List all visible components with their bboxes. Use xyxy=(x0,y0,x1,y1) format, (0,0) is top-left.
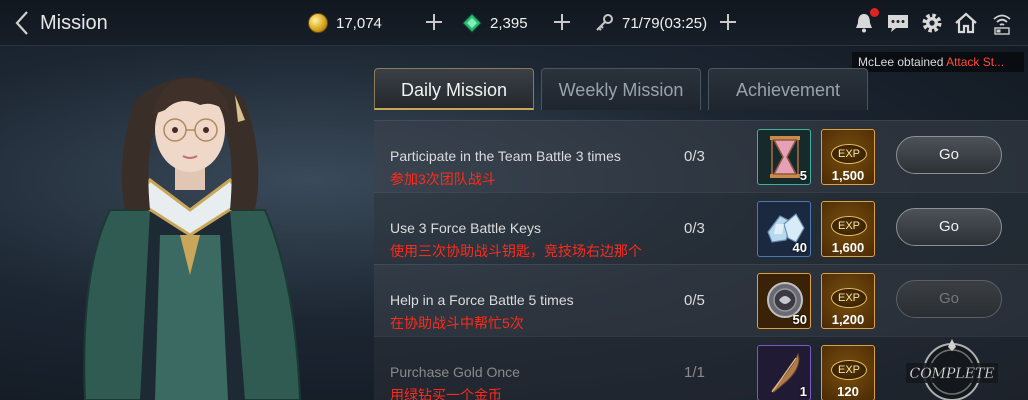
character-portrait xyxy=(83,77,302,400)
page-title: Mission xyxy=(40,11,108,34)
gem-amount: 2,395 xyxy=(490,14,528,32)
exp-badge-icon: EXP xyxy=(831,288,867,308)
exp-reward-slot[interactable]: EXP 1,500 xyxy=(821,129,875,185)
exp-badge-icon: EXP xyxy=(831,360,867,380)
top-bar: Mission 17,074 2,395 71/79(03:25) xyxy=(0,0,1028,46)
add-stamina-button[interactable] xyxy=(718,10,740,34)
gold-coin-icon xyxy=(308,13,328,33)
new-notification-dot xyxy=(870,8,879,17)
mission-row: Use 3 Force Battle Keys 使用三次协助战斗钥匙，竞技场右边… xyxy=(374,192,1028,264)
tab-weekly-mission[interactable]: Weekly Mission xyxy=(541,68,701,110)
exp-amount: 1,200 xyxy=(831,312,865,327)
mission-title: Purchase Gold Once xyxy=(390,364,520,380)
stamina-counter: 71/79(03:25) xyxy=(594,11,707,35)
mission-note: 使用三次协助战斗钥匙，竞技场右边那个 xyxy=(390,243,642,259)
reward-quantity: 40 xyxy=(792,240,807,255)
add-gold-button[interactable] xyxy=(424,10,446,34)
exp-reward-slot[interactable]: EXP 1,600 xyxy=(821,201,875,257)
settings-button[interactable] xyxy=(920,11,944,35)
reward-item-slot[interactable]: 50 xyxy=(757,273,811,329)
go-button[interactable]: Go xyxy=(896,136,1002,174)
chevron-left-icon xyxy=(15,11,28,35)
reward-quantity: 50 xyxy=(792,312,807,327)
mission-row: Purchase Gold Once 用绿钻买一个金币 1/1 1 EXP 12… xyxy=(374,336,1028,400)
wifi-battery-icon xyxy=(993,14,1011,35)
gem-counter: 2,395 xyxy=(462,11,528,35)
mission-title: Help in a Force Battle 5 times xyxy=(390,292,574,308)
home-button[interactable] xyxy=(954,11,978,35)
tab-achievement[interactable]: Achievement xyxy=(708,68,868,110)
gear-icon xyxy=(922,13,942,33)
mission-progress: 0/3 xyxy=(684,148,705,165)
mission-note: 在协助战斗中帮忙5次 xyxy=(390,315,524,331)
exp-amount: 1,600 xyxy=(831,240,865,255)
stamina-amount: 71/79(03:25) xyxy=(622,14,708,32)
mission-note: 用绿钻买一个金币 xyxy=(390,387,502,400)
reward-item-slot[interactable]: 1 xyxy=(757,345,811,400)
add-gem-button[interactable] xyxy=(552,10,574,34)
complete-badge-icon: COMPLETE xyxy=(906,339,998,400)
notification-text: McLee obtained xyxy=(858,55,947,69)
go-button[interactable]: Go xyxy=(896,280,1002,318)
mission-progress: 0/3 xyxy=(684,220,705,237)
key-icon xyxy=(596,14,613,31)
notification-item: Attack St... xyxy=(946,55,1005,69)
chat-button[interactable] xyxy=(886,11,910,35)
connection-status xyxy=(990,11,1012,35)
complete-label: COMPLETE xyxy=(909,366,994,382)
mission-progress: 1/1 xyxy=(684,364,705,381)
gold-amount: 17,074 xyxy=(336,14,382,32)
green-gem-icon xyxy=(462,13,482,33)
mission-progress: 0/5 xyxy=(684,292,705,309)
gold-counter: 17,074 xyxy=(308,11,382,35)
tab-daily-mission[interactable]: Daily Mission xyxy=(374,68,534,110)
exp-amount: 120 xyxy=(837,384,859,399)
mission-title: Participate in the Team Battle 3 times xyxy=(390,148,621,164)
exp-badge-icon: EXP xyxy=(831,144,867,164)
notification-bell-button[interactable] xyxy=(852,8,879,35)
reward-item-slot[interactable]: 5 xyxy=(757,129,811,185)
reward-quantity: 1 xyxy=(799,384,807,399)
go-button[interactable]: Go xyxy=(896,208,1002,246)
chat-icon xyxy=(888,15,908,32)
reward-item-slot[interactable]: 40 xyxy=(757,201,811,257)
mission-note: 参加3次团队战斗 xyxy=(390,171,496,187)
reward-quantity: 5 xyxy=(799,168,807,183)
loot-notification: McLee obtained Attack St... xyxy=(852,52,1024,72)
back-button[interactable]: Mission xyxy=(14,8,108,38)
exp-amount: 1,500 xyxy=(831,168,865,183)
exp-badge-icon: EXP xyxy=(831,216,867,236)
mission-title: Use 3 Force Battle Keys xyxy=(390,220,541,236)
mission-row: Help in a Force Battle 5 times 在协助战斗中帮忙5… xyxy=(374,264,1028,336)
exp-reward-slot[interactable]: EXP 120 xyxy=(821,345,875,400)
home-icon xyxy=(955,12,977,34)
exp-reward-slot[interactable]: EXP 1,200 xyxy=(821,273,875,329)
mission-row: Participate in the Team Battle 3 times 参… xyxy=(374,120,1028,192)
